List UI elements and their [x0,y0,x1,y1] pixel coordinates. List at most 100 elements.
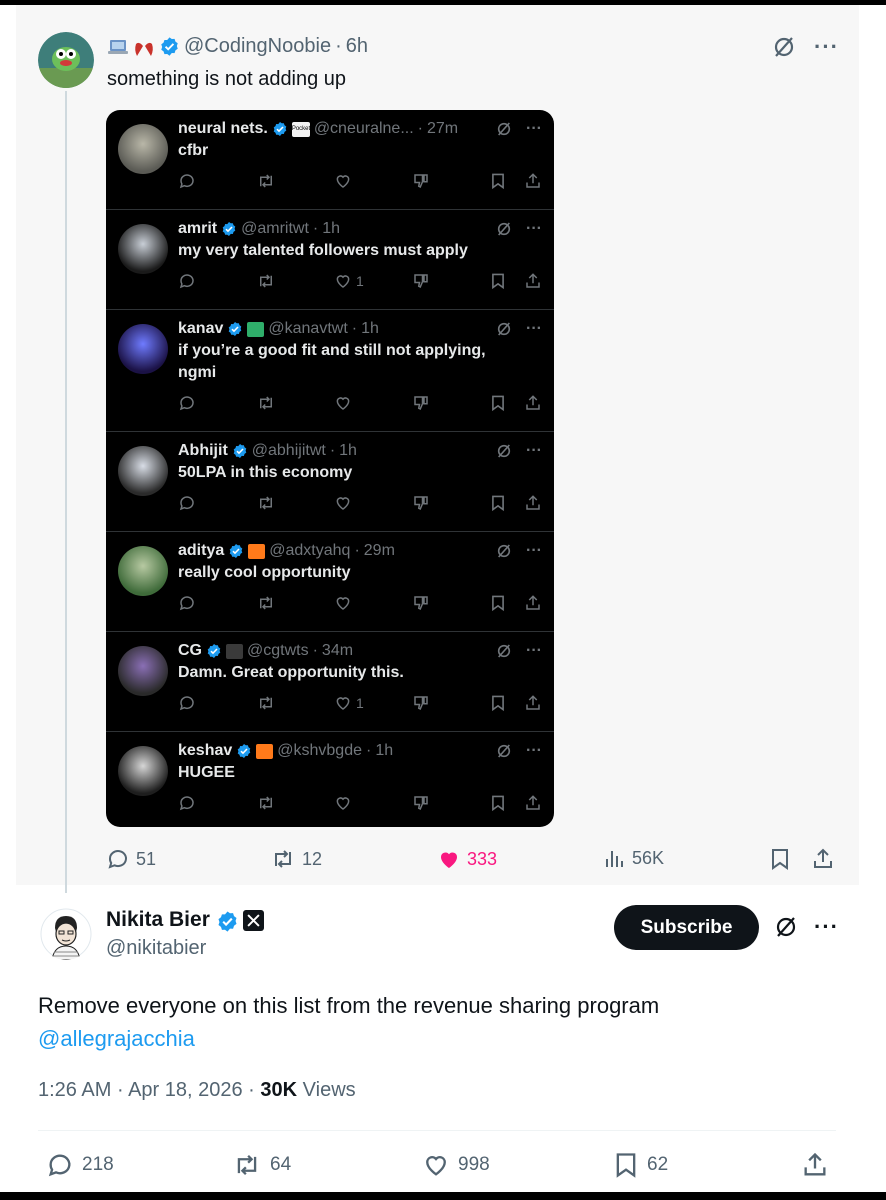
like-button[interactable]: 1 [334,694,364,712]
like-button[interactable]: 998 [422,1151,490,1179]
reply-author-name[interactable]: neural nets. [178,120,268,138]
dislike-icon[interactable] [412,272,430,290]
author-handle[interactable]: @CodingNoobie [184,35,331,58]
reply-time[interactable]: 1h [361,320,379,338]
repost-icon[interactable] [256,272,276,290]
reply-author-handle[interactable]: @cgtwts [247,642,309,660]
more-icon[interactable]: ··· [526,442,542,460]
more-icon[interactable]: ··· [526,120,542,138]
reply-button[interactable]: 218 [46,1151,114,1179]
avatar[interactable] [118,324,168,374]
reply-author-name[interactable]: aditya [178,542,224,560]
share-icon[interactable] [524,172,542,190]
reply-author-handle[interactable]: @amritwt [241,220,309,238]
repost-icon[interactable] [256,494,276,512]
reply-author-name[interactable]: CG [178,642,202,660]
dislike-icon[interactable] [412,172,430,190]
share-button[interactable] [801,1151,829,1179]
avatar[interactable] [118,124,168,174]
reply-time[interactable]: 29m [364,542,395,560]
share-icon[interactable] [524,394,542,412]
share-icon[interactable] [524,794,542,812]
author-handle[interactable]: @nikitabier [106,937,206,960]
repost-icon[interactable] [256,394,276,412]
share-button[interactable] [811,847,835,871]
dislike-icon[interactable] [412,594,430,612]
avatar[interactable] [118,746,168,796]
reply-icon[interactable] [178,594,196,612]
share-icon[interactable] [524,694,542,712]
more-icon[interactable]: ··· [526,320,542,338]
dislike-icon[interactable] [412,394,430,412]
reply-author-name[interactable]: keshav [178,742,232,760]
like-button[interactable] [334,494,356,512]
reply-time[interactable]: 1h [339,442,357,460]
repost-icon[interactable] [256,694,276,712]
bookmark-button[interactable]: 62 [613,1151,668,1179]
avatar[interactable] [118,546,168,596]
repost-icon[interactable] [256,794,276,812]
like-button[interactable]: 333 [437,847,497,871]
repost-button[interactable]: 64 [232,1151,291,1179]
reply-time[interactable]: 1h [375,742,393,760]
bookmark-button[interactable] [769,847,791,871]
reply-author-handle[interactable]: @cneuralne... [314,120,414,138]
avatar[interactable] [38,32,94,88]
avatar[interactable] [118,224,168,274]
reply-author-handle[interactable]: @adxtyahq [269,542,350,560]
bookmark-icon[interactable] [490,694,506,712]
like-button[interactable] [334,594,356,612]
reply-time[interactable]: 34m [322,642,353,660]
reply-author-handle[interactable]: @abhijitwt [252,442,326,460]
reply-icon[interactable] [178,394,196,412]
grok-icon[interactable] [774,915,798,939]
more-icon[interactable]: ··· [526,642,542,660]
post-time[interactable]: 1:26 AM [38,1079,111,1101]
reply-time[interactable]: 1h [322,220,340,238]
subscribe-button[interactable]: Subscribe [614,905,759,950]
repost-button[interactable]: 12 [270,847,322,871]
bookmark-icon[interactable] [490,494,506,512]
reply-author-name[interactable]: amrit [178,220,217,238]
more-icon[interactable]: ··· [526,220,542,238]
repost-icon[interactable] [256,172,276,190]
reply-author-handle[interactable]: @kshvbgde [277,742,362,760]
grok-icon[interactable] [496,543,512,559]
like-button[interactable] [334,172,356,190]
reply-time[interactable]: 27m [427,120,458,138]
more-icon[interactable]: ··· [814,36,839,58]
reply-icon[interactable] [178,794,196,812]
reply-author-name[interactable]: Abhijit [178,442,228,460]
reply-icon[interactable] [178,694,196,712]
grok-icon[interactable] [772,35,796,59]
grok-icon[interactable] [496,121,512,137]
post-date[interactable]: Apr 18, 2026 [128,1079,243,1101]
avatar[interactable] [118,446,168,496]
share-icon[interactable] [524,594,542,612]
more-icon[interactable]: ··· [814,916,839,938]
views-button[interactable]: 56K [604,847,664,869]
post-time[interactable]: 6h [346,35,368,58]
repost-icon[interactable] [256,594,276,612]
reply-author-handle[interactable]: @kanavtwt [268,320,347,338]
share-icon[interactable] [524,272,542,290]
grok-icon[interactable] [496,743,512,759]
bookmark-icon[interactable] [490,394,506,412]
dislike-icon[interactable] [412,494,430,512]
dislike-icon[interactable] [412,694,430,712]
grok-icon[interactable] [496,221,512,237]
reply-icon[interactable] [178,272,196,290]
more-icon[interactable]: ··· [526,742,542,760]
bookmark-icon[interactable] [490,594,506,612]
avatar[interactable] [118,646,168,696]
grok-icon[interactable] [496,643,512,659]
reply-icon[interactable] [178,172,196,190]
bookmark-icon[interactable] [490,272,506,290]
author-name[interactable]: Nikita Bier [106,908,210,932]
mention-link[interactable]: @allegrajacchia [38,1022,659,1055]
like-button[interactable] [334,794,356,812]
reply-button[interactable]: 51 [106,847,156,871]
reply-author-name[interactable]: kanav [178,320,223,338]
bookmark-icon[interactable] [490,172,506,190]
bookmark-icon[interactable] [490,794,506,812]
